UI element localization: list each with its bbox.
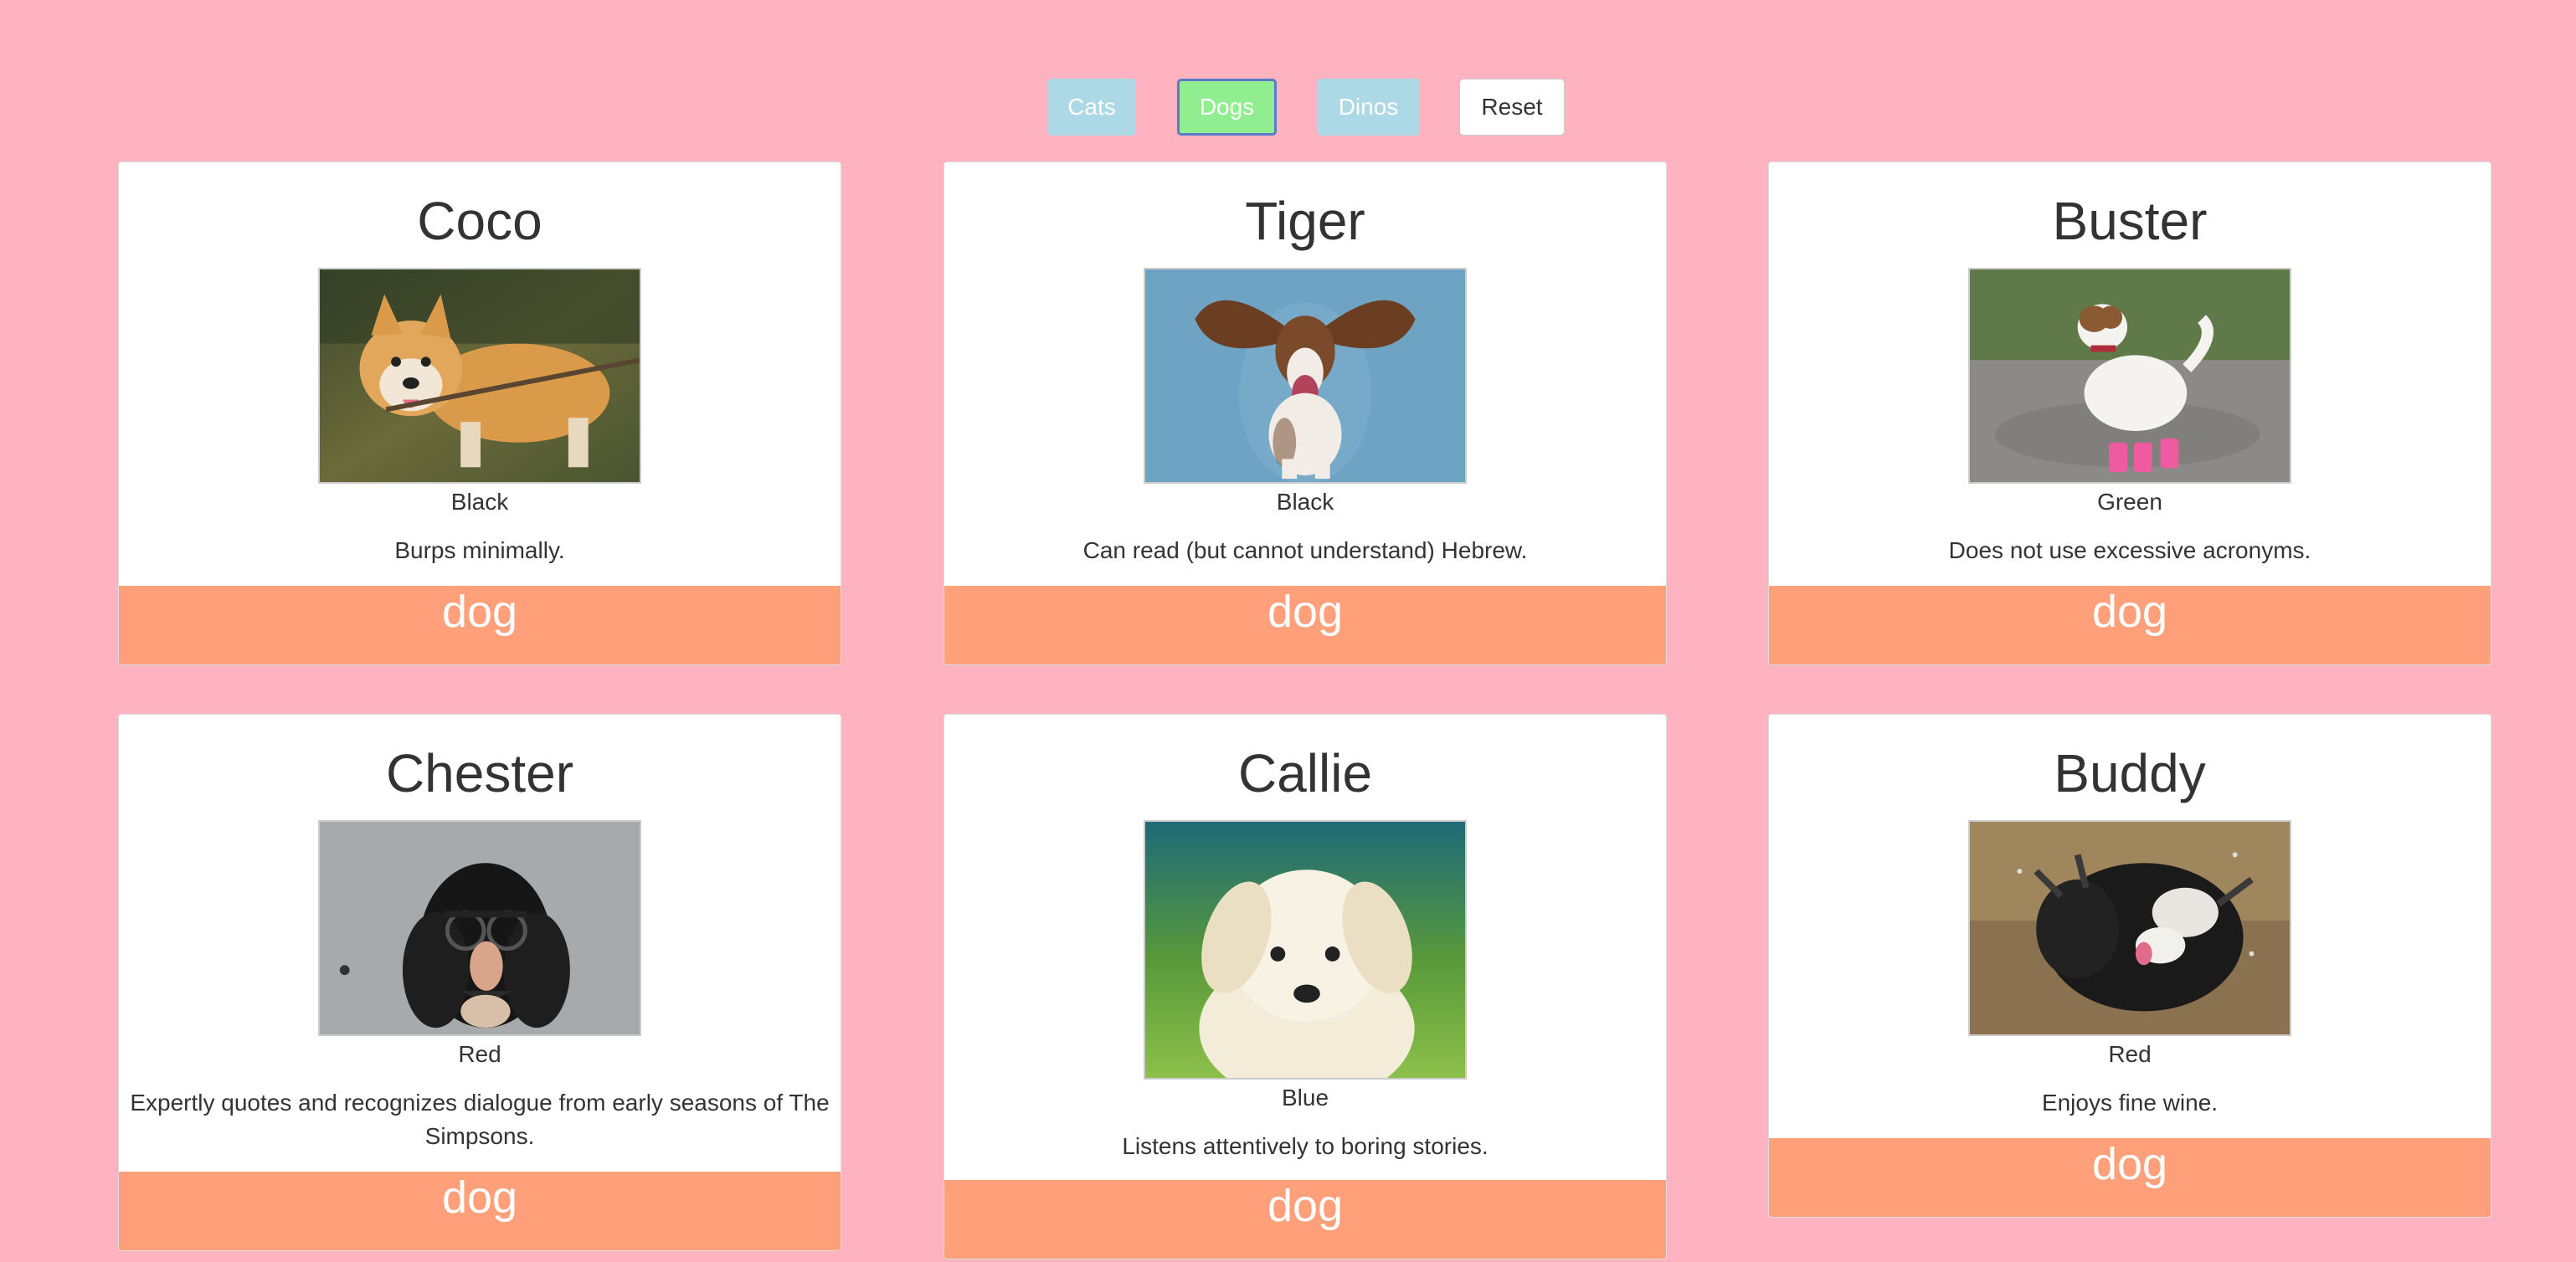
pet-photo — [1144, 268, 1467, 484]
white-puppy-image — [1145, 822, 1465, 1078]
pet-type-bar: dog — [1769, 1138, 2491, 1217]
basset-hound-flying-ears-image — [1145, 269, 1465, 482]
pet-type: dog — [2091, 1139, 2168, 1189]
pet-type: dog — [441, 587, 518, 637]
pet-description: Can read (but cannot understand) Hebrew. — [1082, 537, 1528, 563]
pet-color: Black — [1276, 489, 1334, 515]
dinos-filter-button[interactable]: Dinos — [1317, 79, 1420, 136]
pet-type: dog — [1267, 1181, 1344, 1231]
pet-color: Green — [2097, 489, 2162, 515]
pet-type-bar: dog — [944, 1180, 1666, 1259]
pet-description: Does not use excessive acronyms. — [1948, 537, 2311, 563]
pet-color: Red — [2108, 1041, 2152, 1067]
pet-description: Listens attentively to boring stories. — [1122, 1133, 1489, 1159]
pet-card: Callie Blue Listens attentively to borin… — [944, 714, 1667, 1259]
pet-card: Tiger Black Can read (but cannot underst… — [944, 162, 1667, 665]
pet-card: Coco Black Burps minimally. dog — [118, 162, 841, 665]
pet-type: dog — [2091, 587, 2168, 637]
pet-photo — [1144, 820, 1467, 1080]
corgi-with-stick-image — [320, 269, 640, 482]
pet-type: dog — [441, 1172, 518, 1223]
pet-color: Blue — [1281, 1085, 1329, 1111]
pet-description: Burps minimally. — [394, 537, 565, 563]
pet-description: Expertly quotes and recognizes dialogue … — [130, 1090, 830, 1149]
wet-dog-shaking-image — [1970, 822, 2290, 1034]
pet-card: Buster Green Does not use excessive acro… — [1768, 162, 2491, 665]
pet-color: Black — [450, 489, 509, 515]
pet-type-bar: dog — [944, 586, 1666, 664]
pet-name: Tiger — [1245, 191, 1365, 251]
pet-description: Enjoys fine wine. — [2041, 1090, 2219, 1116]
dogs-filter-button[interactable]: Dogs — [1177, 79, 1277, 136]
pet-type-bar: dog — [1769, 586, 2491, 664]
pet-card: Buddy Red Enjoys fine wine. dog — [1768, 714, 2491, 1218]
reset-button[interactable]: Reset — [1459, 79, 1565, 136]
pet-color: Red — [458, 1041, 501, 1067]
pet-name: Chester — [385, 743, 574, 803]
jack-russell-pink-boots-image — [1970, 269, 2290, 482]
pet-name: Buddy — [2054, 743, 2206, 803]
pet-photo — [1968, 268, 2291, 484]
spaniel-groucho-glasses-image — [320, 822, 640, 1034]
filter-bar: Cats Dogs Dinos Reset — [0, 79, 2576, 136]
pet-photo — [1968, 820, 2291, 1036]
pet-name: Coco — [417, 191, 542, 251]
pet-photo — [318, 820, 641, 1036]
pet-type: dog — [1267, 587, 1344, 637]
pet-name: Callie — [1237, 743, 1373, 803]
pet-name: Buster — [2052, 191, 2208, 251]
cats-filter-button[interactable]: Cats — [1047, 79, 1136, 136]
pet-photo — [318, 268, 641, 484]
pet-type-bar: dog — [119, 586, 841, 664]
pet-type-bar: dog — [119, 1172, 841, 1250]
pet-card: Chester Red Expertly quotes and recogniz… — [118, 714, 841, 1251]
